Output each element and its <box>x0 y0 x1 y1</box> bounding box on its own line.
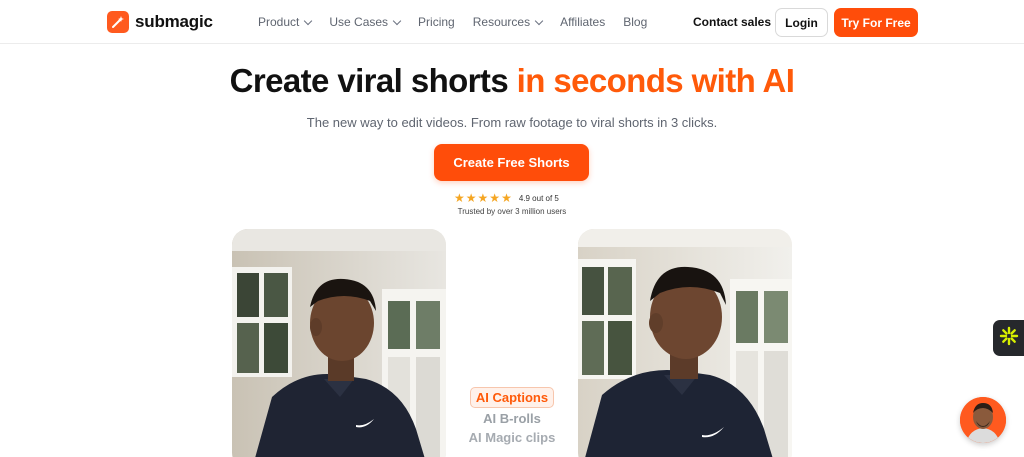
create-free-shorts-button[interactable]: Create Free Shorts <box>434 144 589 181</box>
star-icon: ★ <box>489 191 501 205</box>
contact-sales-link[interactable]: Contact sales <box>693 15 771 29</box>
hero-headline: Create viral shorts in seconds with AI <box>0 62 1024 100</box>
nav-item-resources[interactable]: Resources <box>472 15 544 29</box>
star-icon: ★ <box>465 191 477 205</box>
asterisk-icon <box>999 326 1019 351</box>
nav-item-label: Product <box>258 15 300 29</box>
brand-name: submagic <box>135 12 213 31</box>
chevron-down-icon <box>304 16 313 25</box>
nav-item-affiliates[interactable]: Affiliates <box>560 15 605 29</box>
nav-item-label: Blog <box>623 15 648 29</box>
rating: ★ ★ ★ ★ ★ 4.9 out of 5 <box>454 192 559 204</box>
login-button[interactable]: Login <box>775 8 828 37</box>
rating-stars: ★ ★ ★ ★ ★ <box>454 192 512 204</box>
star-icon: ★ <box>501 191 512 205</box>
feature-item[interactable]: AI Magic clips <box>0 430 1024 445</box>
chevron-down-icon <box>534 16 544 25</box>
chevron-down-icon <box>392 16 402 25</box>
headline-accent: in seconds with AI <box>516 62 795 99</box>
feature-active[interactable]: AI Captions <box>469 387 555 408</box>
side-widget-button[interactable] <box>993 320 1024 356</box>
nav-item-label: Resources <box>472 15 531 29</box>
nav-item-blog[interactable]: Blog <box>623 15 647 29</box>
nav-item-label: Pricing <box>418 15 455 29</box>
star-icon: ★ <box>454 191 465 205</box>
nav-item-label: Affiliates <box>560 15 606 29</box>
trusted-text: Trusted by over 3 million users <box>457 207 567 216</box>
headline-main: Create viral shorts <box>229 62 517 99</box>
top-navigation: submagic Product Use Cases Pricing Resou… <box>0 0 1024 44</box>
nav-item-label: Use Cases <box>329 15 389 29</box>
nav-links: Product Use Cases Pricing Resources Affi… <box>258 15 665 29</box>
rating-text: 4.9 out of 5 <box>518 193 559 203</box>
nav-item-pricing[interactable]: Pricing <box>418 15 455 29</box>
brand-logo[interactable]: submagic <box>107 11 213 33</box>
feature-item[interactable]: AI B-rolls <box>0 411 1024 426</box>
star-icon: ★ <box>477 191 489 205</box>
submagic-logo-icon <box>107 11 129 33</box>
feature-list: AI Captions AI B-rolls AI Magic clips <box>0 387 1024 445</box>
hero-subtitle: The new way to edit videos. From raw foo… <box>306 115 718 130</box>
avatar-chat-icon[interactable] <box>960 397 1006 443</box>
try-for-free-button[interactable]: Try For Free <box>834 8 918 37</box>
nav-item-use-cases[interactable]: Use Cases <box>329 15 402 29</box>
nav-item-product[interactable]: Product <box>258 15 313 29</box>
